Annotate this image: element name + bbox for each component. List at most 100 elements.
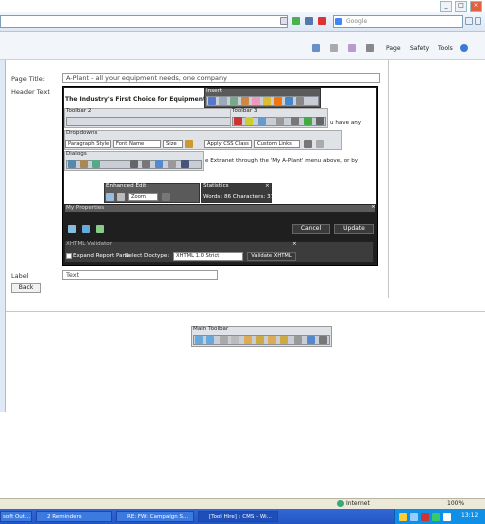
- doctype-select[interactable]: XHTML 1.0 Strict: [173, 252, 243, 261]
- size-select[interactable]: Size: [163, 140, 183, 148]
- search-input[interactable]: Google: [333, 15, 463, 28]
- enhanced-edit-icon[interactable]: [106, 193, 114, 201]
- paste-icon[interactable]: [291, 117, 299, 125]
- zoom-select[interactable]: Zoom: [128, 193, 158, 201]
- select-doctype-label: Select Doctype:: [125, 253, 170, 259]
- tray-icon[interactable]: [421, 513, 429, 521]
- dropdown-tool-icon[interactable]: [316, 140, 324, 148]
- preview-mode-icon[interactable]: [96, 225, 104, 233]
- paste-word-icon[interactable]: [256, 336, 264, 344]
- statistics-title: Statistics: [203, 183, 229, 189]
- address-toolbar: Google: [0, 12, 485, 32]
- taskbar-item[interactable]: RE: FW: Campaign S...: [116, 511, 194, 522]
- back-button[interactable]: Back: [11, 283, 41, 293]
- refresh-icon[interactable]: [305, 17, 313, 25]
- format-icon[interactable]: [276, 117, 284, 125]
- paragraph-style-select[interactable]: Paragraph Style: [65, 140, 111, 148]
- flash-icon[interactable]: [241, 97, 249, 105]
- feeds-icon[interactable]: [330, 44, 338, 52]
- image-manager-icon[interactable]: [68, 160, 76, 168]
- maximize-icon[interactable]: □: [455, 1, 467, 12]
- close-icon[interactable]: ×: [371, 204, 376, 210]
- format-painter-icon[interactable]: [185, 140, 193, 148]
- design-mode-icon[interactable]: [68, 225, 76, 233]
- tools-menu[interactable]: Tools: [438, 45, 453, 52]
- document-icon[interactable]: [285, 97, 293, 105]
- copy-icon[interactable]: [231, 336, 239, 344]
- table-wizard-icon[interactable]: [130, 160, 138, 168]
- tray-icon[interactable]: [399, 513, 407, 521]
- paste-html-icon[interactable]: [280, 336, 288, 344]
- document-manager-icon[interactable]: [80, 160, 88, 168]
- page-title-input[interactable]: A-Plant - all your equipment needs, one …: [62, 73, 380, 83]
- divider: [6, 311, 485, 312]
- redo-icon[interactable]: [206, 336, 214, 344]
- page-menu[interactable]: Page: [386, 45, 401, 52]
- home-icon[interactable]: [312, 44, 320, 52]
- stop-icon[interactable]: [318, 17, 326, 25]
- custom-links-select[interactable]: Custom Links: [254, 140, 300, 148]
- flash-manager-icon[interactable]: [92, 160, 100, 168]
- cut-icon[interactable]: [220, 336, 228, 344]
- search-icon[interactable]: [465, 17, 473, 25]
- clock[interactable]: 13:12: [461, 512, 478, 519]
- table-icon[interactable]: [219, 97, 227, 105]
- template-icon[interactable]: [296, 97, 304, 105]
- undo-icon[interactable]: [195, 336, 203, 344]
- main-toolbar-title: Main Toolbar: [193, 326, 229, 332]
- find-replace-icon[interactable]: [168, 160, 176, 168]
- image-icon[interactable]: [208, 97, 216, 105]
- paste-text-icon[interactable]: [268, 336, 276, 344]
- dropdown-tool-icon[interactable]: [304, 140, 312, 148]
- search-options-icon[interactable]: [475, 17, 481, 25]
- template-manager-icon[interactable]: [142, 160, 150, 168]
- link-manager-icon[interactable]: [155, 160, 163, 168]
- toolbar3-title: Toolbar 3: [232, 108, 258, 114]
- go-icon[interactable]: [292, 17, 300, 25]
- highlight-icon[interactable]: [245, 117, 253, 125]
- taskbar-item[interactable]: 2 Reminders: [36, 511, 112, 522]
- expand-report-checkbox[interactable]: [66, 253, 72, 259]
- insert-table-icon[interactable]: [258, 117, 266, 125]
- editor-module-strip: [64, 204, 376, 213]
- editor-option-icon[interactable]: [162, 193, 170, 201]
- module-icon[interactable]: [117, 193, 125, 201]
- anchor-icon[interactable]: [274, 97, 282, 105]
- font-name-select[interactable]: Font Name: [113, 140, 161, 148]
- print-icon[interactable]: [294, 336, 302, 344]
- tray-icon[interactable]: [410, 513, 418, 521]
- more-icon[interactable]: [319, 336, 327, 344]
- validate-xhtml-button[interactable]: Validate XHTML: [247, 252, 296, 261]
- find-icon[interactable]: [307, 336, 315, 344]
- address-dropdown-icon[interactable]: [280, 17, 288, 25]
- help-icon[interactable]: [460, 44, 468, 52]
- tray-icon[interactable]: [443, 513, 451, 521]
- safety-menu[interactable]: Safety: [410, 45, 429, 52]
- cancel-button[interactable]: Cancel: [292, 224, 330, 234]
- symbol-icon[interactable]: [252, 97, 260, 105]
- zoom-level[interactable]: 100%: [447, 500, 464, 507]
- more-icon[interactable]: [316, 117, 324, 125]
- label-input[interactable]: Text: [62, 270, 218, 280]
- help-icon[interactable]: [181, 160, 189, 168]
- tray-icon[interactable]: [432, 513, 440, 521]
- taskbar-item[interactable]: soft Out...: [0, 511, 32, 522]
- close-icon[interactable]: ×: [265, 183, 270, 189]
- spellcheck-icon[interactable]: [304, 117, 312, 125]
- xhtml-validator-title: XHTML Validator: [66, 241, 112, 247]
- taskbar-item-active[interactable]: [Tool Hire] : CMS - Wi...: [198, 511, 278, 522]
- minimize-icon[interactable]: _: [440, 1, 452, 12]
- font-color-icon[interactable]: [234, 117, 242, 125]
- update-button[interactable]: Update: [334, 224, 374, 234]
- mail-icon[interactable]: [348, 44, 356, 52]
- paste-icon[interactable]: [244, 336, 252, 344]
- media-icon[interactable]: [230, 97, 238, 105]
- css-class-select[interactable]: Apply CSS Class: [204, 140, 252, 148]
- html-mode-icon[interactable]: [82, 225, 90, 233]
- close-icon[interactable]: ×: [470, 1, 482, 12]
- close-icon[interactable]: ×: [292, 241, 297, 247]
- print-icon[interactable]: [366, 44, 374, 52]
- zone-text: Internet: [346, 500, 370, 507]
- hyperlink-icon[interactable]: [263, 97, 271, 105]
- address-input[interactable]: [0, 15, 288, 28]
